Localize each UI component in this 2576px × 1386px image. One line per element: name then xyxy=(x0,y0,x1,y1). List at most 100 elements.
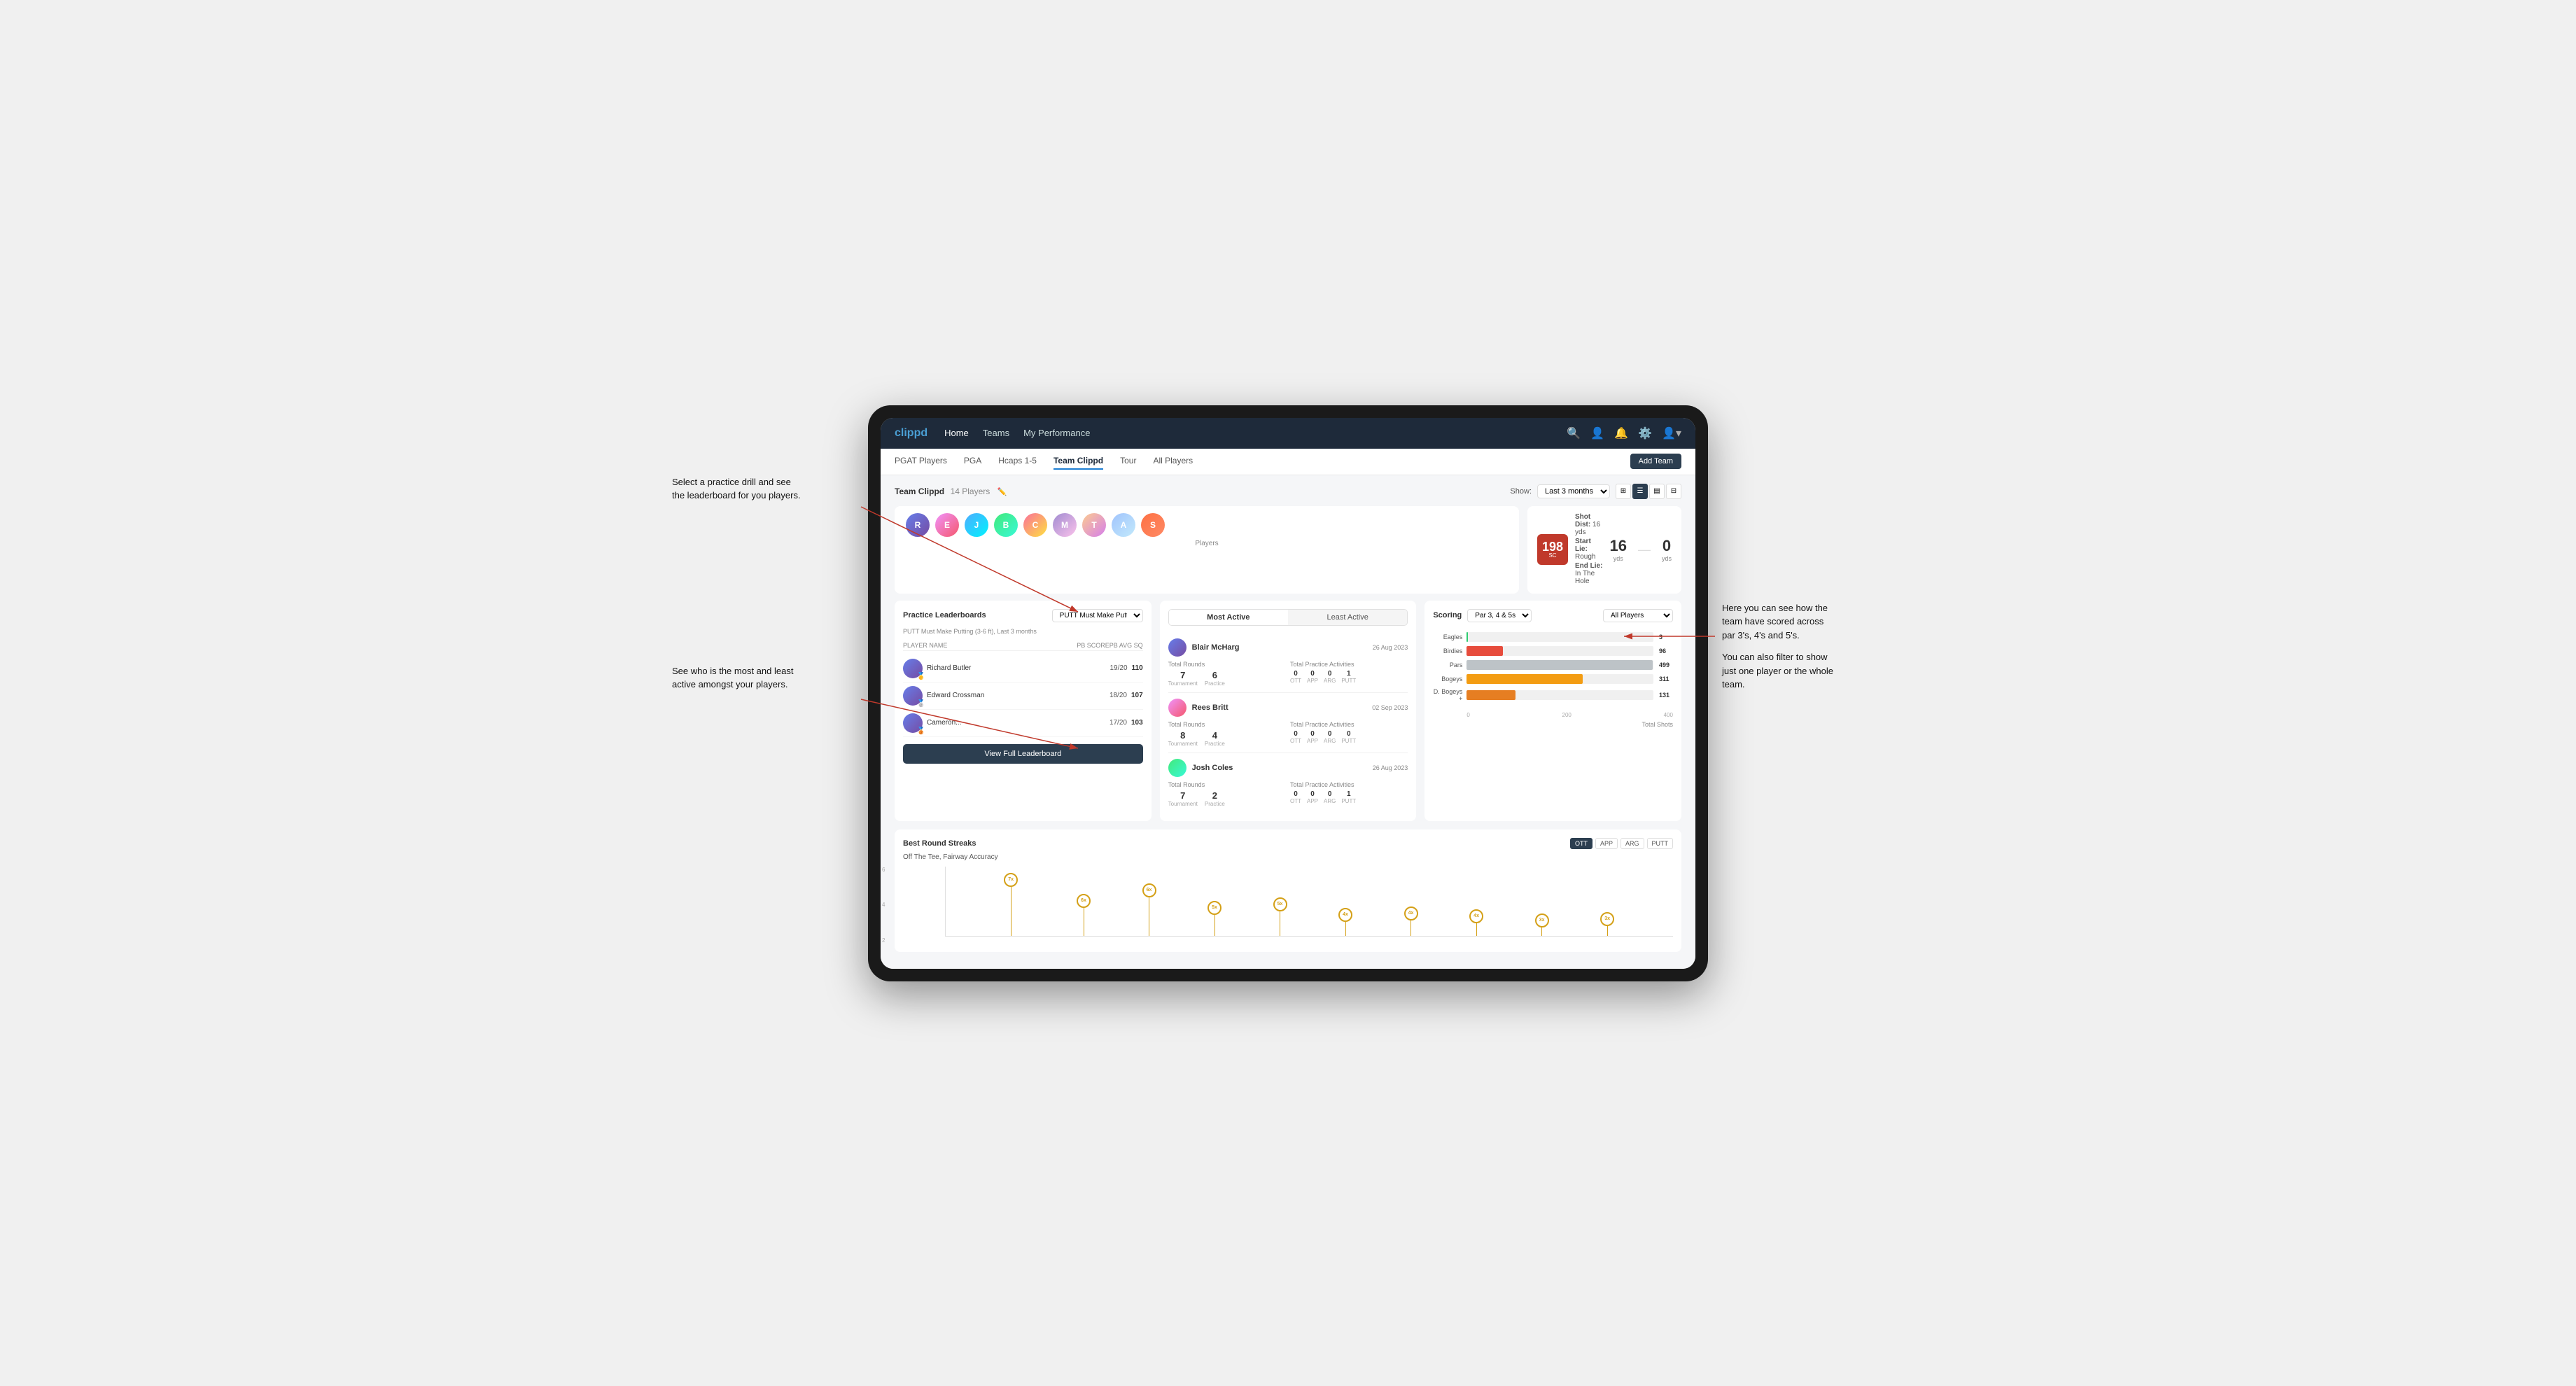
subnav-team-clippd[interactable]: Team Clippd xyxy=(1054,453,1103,470)
pa-rounds-group-3: Total Rounds 7 Tournament 2 Pr xyxy=(1168,781,1286,807)
avatar-2[interactable]: E xyxy=(935,513,959,537)
lb-avg-2: 107 xyxy=(1131,692,1143,699)
bar-value-eagles: 3 xyxy=(1659,634,1673,640)
lb-avatar-2 xyxy=(903,686,923,706)
card-view-button[interactable]: ▤ xyxy=(1649,484,1665,499)
streaks-section: Best Round Streaks OTT APP ARG PUTT Off … xyxy=(895,830,1681,952)
pa-header-3: Josh Coles 26 Aug 2023 xyxy=(1168,759,1408,777)
add-team-button[interactable]: Add Team xyxy=(1630,454,1681,469)
list-view-button[interactable]: ☰ xyxy=(1632,484,1648,499)
dot-badge-7: 4x xyxy=(1469,909,1483,923)
view-icons: ⊞ ☰ ▤ ⊟ xyxy=(1616,484,1681,499)
avatar-9[interactable]: S xyxy=(1141,513,1165,537)
drill-select[interactable]: PUTT Must Make Putting... xyxy=(1052,609,1143,622)
dot-badge-0: 7x xyxy=(1004,873,1018,887)
dot-badge-1: 6x xyxy=(1077,894,1091,908)
bar-track-birdies xyxy=(1466,646,1653,656)
dot-badge-5: 4x xyxy=(1338,908,1352,922)
pa-avatar-3 xyxy=(1168,759,1186,777)
bar-fill-pars xyxy=(1466,660,1653,670)
tablet-frame: clippd Home Teams My Performance 🔍 👤 🔔 ⚙… xyxy=(868,405,1708,981)
grid-view-button[interactable]: ⊞ xyxy=(1616,484,1631,499)
search-icon[interactable]: 🔍 xyxy=(1567,426,1581,440)
nav-my-performance[interactable]: My Performance xyxy=(1023,425,1090,441)
avatar-4[interactable]: B xyxy=(994,513,1018,537)
tab-most-active[interactable]: Most Active xyxy=(1169,610,1288,625)
avatar-5[interactable]: C xyxy=(1023,513,1047,537)
bar-track-dbogeys xyxy=(1466,690,1653,700)
avatar-8[interactable]: A xyxy=(1112,513,1135,537)
lb-avg-1: 110 xyxy=(1132,664,1143,672)
bar-fill-bogeys xyxy=(1466,674,1583,684)
person-icon[interactable]: 👤 xyxy=(1590,426,1604,440)
dot-badge-9: 3x xyxy=(1600,912,1614,926)
subnav-pga[interactable]: PGA xyxy=(964,453,981,470)
bell-icon[interactable]: 🔔 xyxy=(1614,426,1628,440)
scoring-title: Scoring xyxy=(1433,611,1462,620)
annotation-top-right: Here you can see how the team have score… xyxy=(1722,601,1925,692)
bar-value-dbogeys: 131 xyxy=(1659,692,1673,699)
subnav-pgat[interactable]: PGAT Players xyxy=(895,453,947,470)
navbar: clippd Home Teams My Performance 🔍 👤 🔔 ⚙… xyxy=(881,418,1695,449)
annotation-top-left: Select a practice drill and see the lead… xyxy=(672,475,854,503)
show-period-select[interactable]: Last 3 months xyxy=(1537,484,1610,498)
lb-name-2: Edward Crossman xyxy=(927,692,1105,699)
bar-row-birdies: Birdies 96 xyxy=(1433,646,1673,656)
avatar-6[interactable]: M xyxy=(1053,513,1077,537)
view-full-leaderboard-button[interactable]: View Full Leaderboard xyxy=(903,744,1143,764)
par-select[interactable]: Par 3, 4 & 5s xyxy=(1467,609,1532,622)
dot-group-9: 3x xyxy=(1600,912,1614,936)
yardage-end: 0 yds xyxy=(1662,537,1672,562)
nav-teams[interactable]: Teams xyxy=(983,425,1009,441)
streaks-btn-arg[interactable]: ARG xyxy=(1620,838,1644,849)
dot-line-5 xyxy=(1345,922,1346,936)
pa-avatar-1 xyxy=(1168,638,1186,657)
x-label-200: 200 xyxy=(1562,712,1572,718)
dot-group-7: 4x xyxy=(1469,909,1483,936)
bar-value-birdies: 96 xyxy=(1659,648,1673,654)
dot-badge-3: 5x xyxy=(1208,901,1222,915)
subnav-hcaps[interactable]: Hcaps 1-5 xyxy=(998,453,1037,470)
dot-line-7 xyxy=(1476,923,1477,936)
bottom-grid: Practice Leaderboards PUTT Must Make Put… xyxy=(895,601,1681,821)
bar-label-bogeys: Bogeys xyxy=(1433,676,1462,682)
table-view-button[interactable]: ⊟ xyxy=(1666,484,1681,499)
bar-chart: Eagles 3 Birdies 96 Pars 499 Bogeys 311 … xyxy=(1433,629,1673,709)
timeline-y-labels: 6 4 2 xyxy=(882,867,885,944)
team-controls: Show: Last 3 months ⊞ ☰ ▤ ⊟ xyxy=(1510,484,1681,499)
edit-team-icon[interactable]: ✏️ xyxy=(997,488,1007,496)
subnav-all-players[interactable]: All Players xyxy=(1153,453,1193,470)
bar-row-dbogeys: D. Bogeys + 131 xyxy=(1433,688,1673,702)
tab-least-active[interactable]: Least Active xyxy=(1288,610,1407,625)
bar-track-pars xyxy=(1466,660,1653,670)
dot-group-6: 4x xyxy=(1404,906,1418,936)
pa-rounds-group-2: Total Rounds 8 Tournament 4 Pr xyxy=(1168,721,1286,747)
avatar-1[interactable]: R xyxy=(906,513,930,537)
settings-icon[interactable]: ⚙️ xyxy=(1638,426,1652,440)
avatar-3[interactable]: J xyxy=(965,513,988,537)
all-players-select[interactable]: All Players xyxy=(1603,609,1673,622)
pa-date-2: 02 Sep 2023 xyxy=(1372,704,1408,711)
nav-home[interactable]: Home xyxy=(944,425,969,441)
dot-badge-8: 3x xyxy=(1535,913,1549,927)
pa-name-3: Josh Coles xyxy=(1192,764,1367,772)
scoring-card: Scoring Par 3, 4 & 5s All Players Eagles xyxy=(1424,601,1681,821)
bar-label-birdies: Birdies xyxy=(1433,648,1462,654)
streaks-btn-putt[interactable]: PUTT xyxy=(1647,838,1674,849)
bar-value-pars: 499 xyxy=(1659,662,1673,668)
avatar-7[interactable]: T xyxy=(1082,513,1106,537)
dot-line-3 xyxy=(1214,915,1215,936)
leaderboard-header: Practice Leaderboards PUTT Must Make Put… xyxy=(903,609,1143,622)
subnav-tour[interactable]: Tour xyxy=(1120,453,1136,470)
profile-icon[interactable]: 👤▾ xyxy=(1662,426,1681,440)
players-shot-row: R E J B C M T A S Players xyxy=(895,506,1681,594)
lb-score-1: 19/20 xyxy=(1110,664,1127,672)
streaks-btn-ott[interactable]: OTT xyxy=(1570,838,1592,849)
dot-group-1: 6x xyxy=(1077,894,1091,936)
pa-stats-3: Total Rounds 7 Tournament 2 Pr xyxy=(1168,781,1408,807)
streaks-btn-app[interactable]: APP xyxy=(1595,838,1618,849)
dot-group-4: 5x xyxy=(1273,897,1287,936)
bar-label-eagles: Eagles xyxy=(1433,634,1462,640)
leaderboard-subtitle: PUTT Must Make Putting (3-6 ft), Last 3 … xyxy=(903,628,1143,635)
dot-group-5: 4x xyxy=(1338,908,1352,936)
